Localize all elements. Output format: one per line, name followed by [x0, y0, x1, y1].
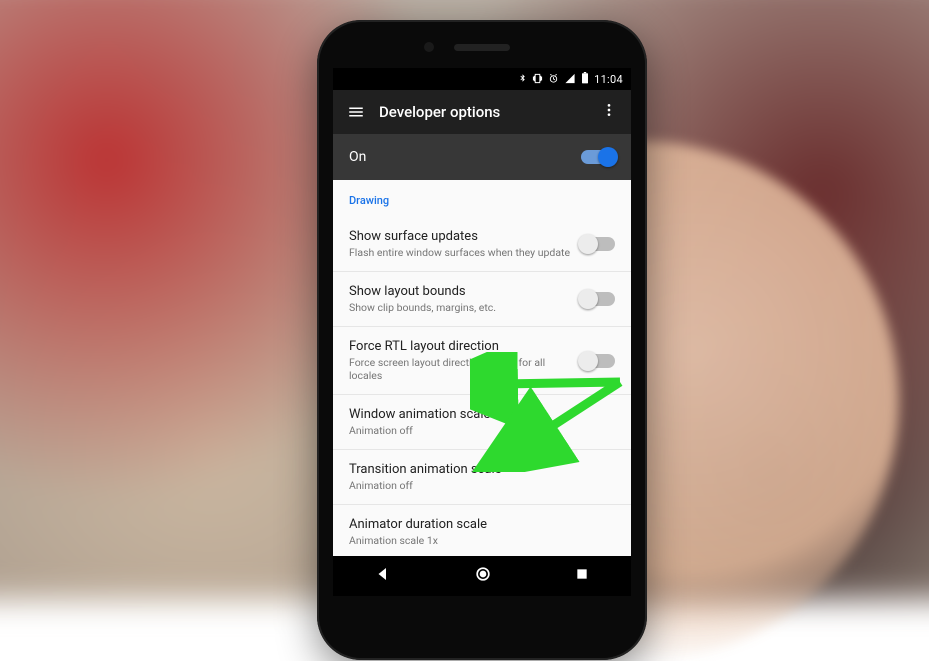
alarm-icon — [548, 73, 559, 86]
row-title: Window animation scale — [349, 407, 615, 422]
row-title: Transition animation scale — [349, 462, 615, 477]
app-bar-title: Developer options — [379, 103, 593, 121]
row-toggle-switch[interactable] — [581, 237, 615, 251]
row-subtitle: Animation off — [349, 424, 615, 437]
bluetooth-icon — [518, 72, 527, 86]
row-subtitle: Show clip bounds, margins, etc. — [349, 301, 571, 314]
master-toggle-row[interactable]: On — [333, 134, 631, 180]
phone-front-camera — [424, 42, 434, 52]
phone-screen: 11:04 Developer options On Drawing Show … — [333, 68, 631, 596]
signal-icon — [564, 73, 576, 86]
row-force-rtl[interactable]: Force RTL layout direction Force screen … — [333, 327, 631, 395]
nav-back-icon[interactable] — [374, 565, 392, 587]
row-subtitle: Force screen layout direction to RTL for… — [349, 356, 571, 382]
row-transition-animation-scale[interactable]: Transition animation scale Animation off — [333, 450, 631, 505]
row-toggle-switch[interactable] — [581, 354, 615, 368]
vibrate-icon — [532, 73, 543, 86]
android-status-bar: 11:04 — [333, 68, 631, 90]
status-clock: 11:04 — [594, 73, 623, 86]
phone-speaker — [454, 44, 510, 51]
row-title: Show surface updates — [349, 229, 571, 244]
row-title: Animator duration scale — [349, 517, 615, 532]
row-subtitle: Flash entire window surfaces when they u… — [349, 246, 571, 259]
settings-list: Drawing Show surface updates Flash entir… — [333, 180, 631, 596]
row-subtitle: Animation scale 1x — [349, 534, 615, 547]
hamburger-menu-icon[interactable] — [339, 95, 373, 129]
row-title: Show layout bounds — [349, 284, 571, 299]
row-show-layout-bounds[interactable]: Show layout bounds Show clip bounds, mar… — [333, 272, 631, 327]
section-header-drawing: Drawing — [333, 180, 631, 217]
master-toggle-switch[interactable] — [581, 150, 615, 164]
row-subtitle: Animation off — [349, 479, 615, 492]
row-animator-duration-scale[interactable]: Animator duration scale Animation scale … — [333, 505, 631, 560]
battery-icon — [581, 72, 589, 86]
row-toggle-switch[interactable] — [581, 292, 615, 306]
overflow-menu-icon[interactable] — [593, 94, 625, 130]
row-window-animation-scale[interactable]: Window animation scale Animation off — [333, 395, 631, 450]
row-title: Force RTL layout direction — [349, 339, 571, 354]
app-bar: Developer options — [333, 90, 631, 134]
android-nav-bar — [333, 556, 631, 596]
phone-frame: 11:04 Developer options On Drawing Show … — [317, 20, 647, 660]
nav-home-icon[interactable] — [473, 564, 493, 588]
nav-recents-icon[interactable] — [574, 566, 590, 586]
row-show-surface-updates[interactable]: Show surface updates Flash entire window… — [333, 217, 631, 272]
master-toggle-label: On — [349, 149, 581, 165]
